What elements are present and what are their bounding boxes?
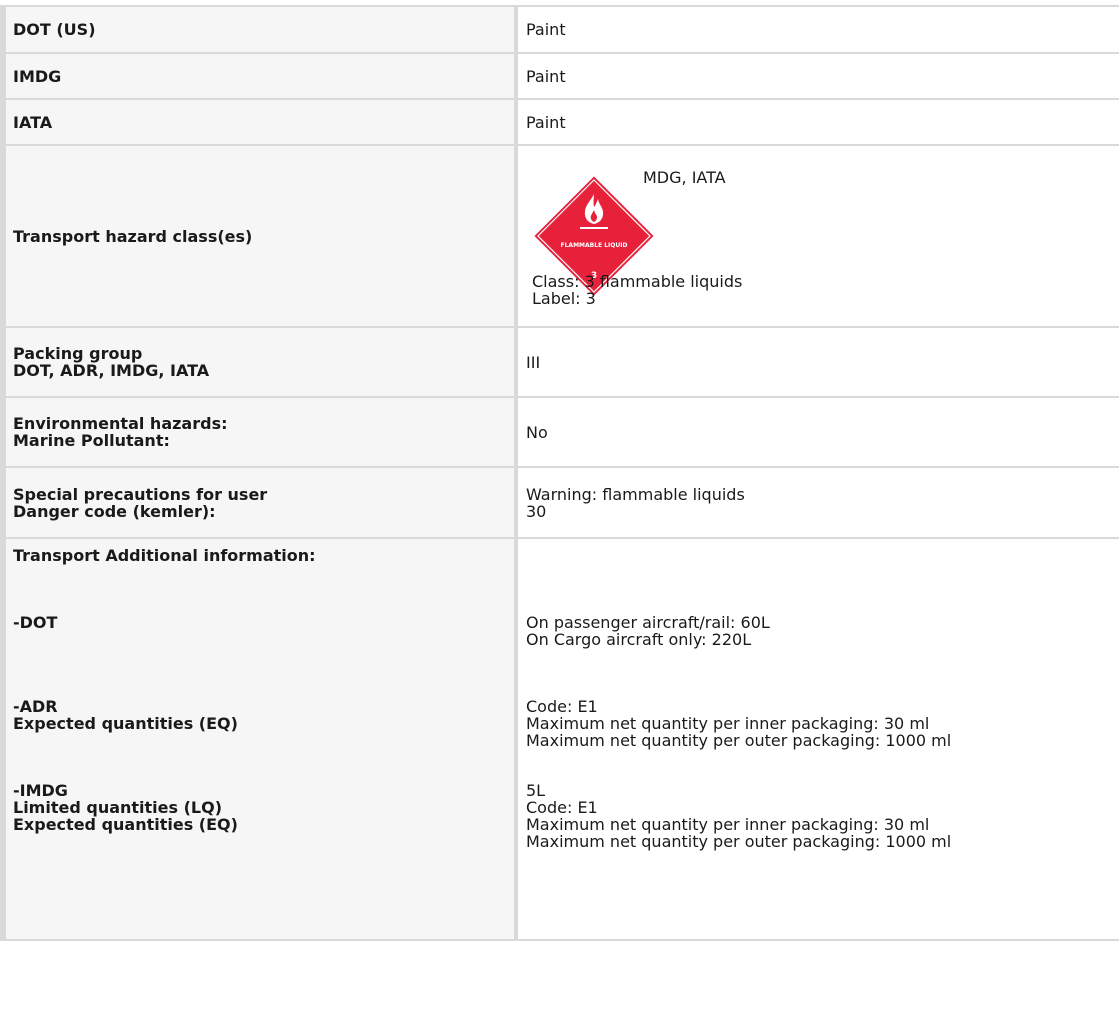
row-value: Paint (518, 100, 1119, 144)
row-label: Transport Additional information: -DOT -… (0, 539, 518, 939)
value-line-1: Warning: flammable liquids (526, 484, 745, 504)
row-label: Environmental hazards: Marine Pollutant: (0, 398, 518, 466)
row-value: No (518, 398, 1119, 466)
label-text: IMDG (13, 66, 62, 86)
table-row-additional-info: Transport Additional information: -DOT -… (0, 539, 1119, 941)
additional-title: Transport Additional information: (13, 546, 316, 565)
imdg-labels: -IMDG Limited quantities (LQ) Expected q… (13, 782, 238, 833)
table-row-iata: IATA Paint (0, 100, 1119, 146)
adr-value-line: Code: E1 (526, 697, 598, 716)
value-text: Paint (526, 66, 566, 86)
label-line-2: Danger code (kemler): (13, 501, 216, 521)
class-line: Class: 3 flammable liquids (532, 272, 743, 291)
table-row-imdg: IMDG Paint (0, 54, 1119, 100)
transport-info-table: DOT (US) Paint IMDG Paint IATA Paint Tra… (0, 5, 1119, 941)
row-label: Special precautions for user Danger code… (0, 468, 518, 537)
row-value: FLAMMABLE LIQUID 3 MDG, IATA Class: 3 fl… (518, 146, 1119, 326)
row-value: Paint (518, 54, 1119, 98)
table-row-environmental: Environmental hazards: Marine Pollutant:… (0, 398, 1119, 468)
label-text: Transport hazard class(es) (13, 226, 253, 246)
row-value: Warning: flammable liquids 30 (518, 468, 1119, 537)
row-value: On passenger aircraft/rail: 60L On Cargo… (518, 539, 1119, 939)
row-label: Transport hazard class(es) (0, 146, 518, 326)
table-row-hazard-class: Transport hazard class(es) FLAMMABLE LIQ… (0, 146, 1119, 328)
imdg-value-line: Code: E1 (526, 798, 598, 817)
value-text: No (526, 422, 548, 442)
table-row-special-precautions: Special precautions for user Danger code… (0, 468, 1119, 539)
table-row-dot: DOT (US) Paint (0, 7, 1119, 54)
value-text: III (526, 352, 541, 372)
value-line-2: 30 (526, 501, 547, 521)
label-line: Label: 3 (532, 289, 596, 308)
imdg-label: -IMDG (13, 781, 68, 800)
adr-sub-label: Expected quantities (EQ) (13, 714, 238, 733)
dot-value-line: On passenger aircraft/rail: 60L (526, 613, 770, 632)
diamond-caption: FLAMMABLE LIQUID (561, 242, 628, 249)
dot-label: -DOT (13, 613, 58, 632)
label-line-2: DOT, ADR, IMDG, IATA (13, 361, 210, 380)
row-label: IMDG (0, 54, 518, 98)
adr-values: Code: E1 Maximum net quantity per inner … (526, 698, 951, 749)
value-text: Paint (526, 20, 566, 39)
imdg-values: 5L Code: E1 Maximum net quantity per inn… (526, 782, 951, 850)
adr-label: -ADR (13, 697, 58, 716)
imdg-value-line: 5L (526, 781, 546, 800)
table-row-packing-group: Packing group DOT, ADR, IMDG, IATA III (0, 328, 1119, 398)
imdg-value-line: Maximum net quantity per outer packaging… (526, 832, 952, 851)
label-line-1: Environmental hazards: (13, 414, 228, 433)
row-label: DOT (US) (0, 7, 518, 52)
label-text: DOT (US) (13, 20, 96, 39)
adr-labels: -ADR Expected quantities (EQ) (13, 698, 238, 732)
label-line-1: Special precautions for user (13, 484, 268, 504)
value-text: Paint (526, 112, 566, 132)
label-text: IATA (13, 112, 53, 132)
row-value: III (518, 328, 1119, 396)
hazard-regulations: MDG, IATA (643, 168, 726, 187)
row-label: IATA (0, 100, 518, 144)
imdg-sub-label-1: Limited quantities (LQ) (13, 798, 223, 817)
adr-value-line: Maximum net quantity per inner packaging… (526, 714, 930, 733)
label-line-2: Marine Pollutant: (13, 431, 170, 450)
hazard-class-text: Class: 3 flammable liquids Label: 3 (532, 273, 742, 307)
row-value: Paint (518, 7, 1119, 52)
imdg-sub-label-2: Expected quantities (EQ) (13, 815, 238, 834)
imdg-value-line: Maximum net quantity per inner packaging… (526, 815, 930, 834)
dot-values: On passenger aircraft/rail: 60L On Cargo… (526, 614, 770, 648)
adr-value-line: Maximum net quantity per outer packaging… (526, 731, 952, 750)
label-line-1: Packing group (13, 344, 143, 363)
dot-value-line: On Cargo aircraft only: 220L (526, 630, 752, 649)
row-label: Packing group DOT, ADR, IMDG, IATA (0, 328, 518, 396)
